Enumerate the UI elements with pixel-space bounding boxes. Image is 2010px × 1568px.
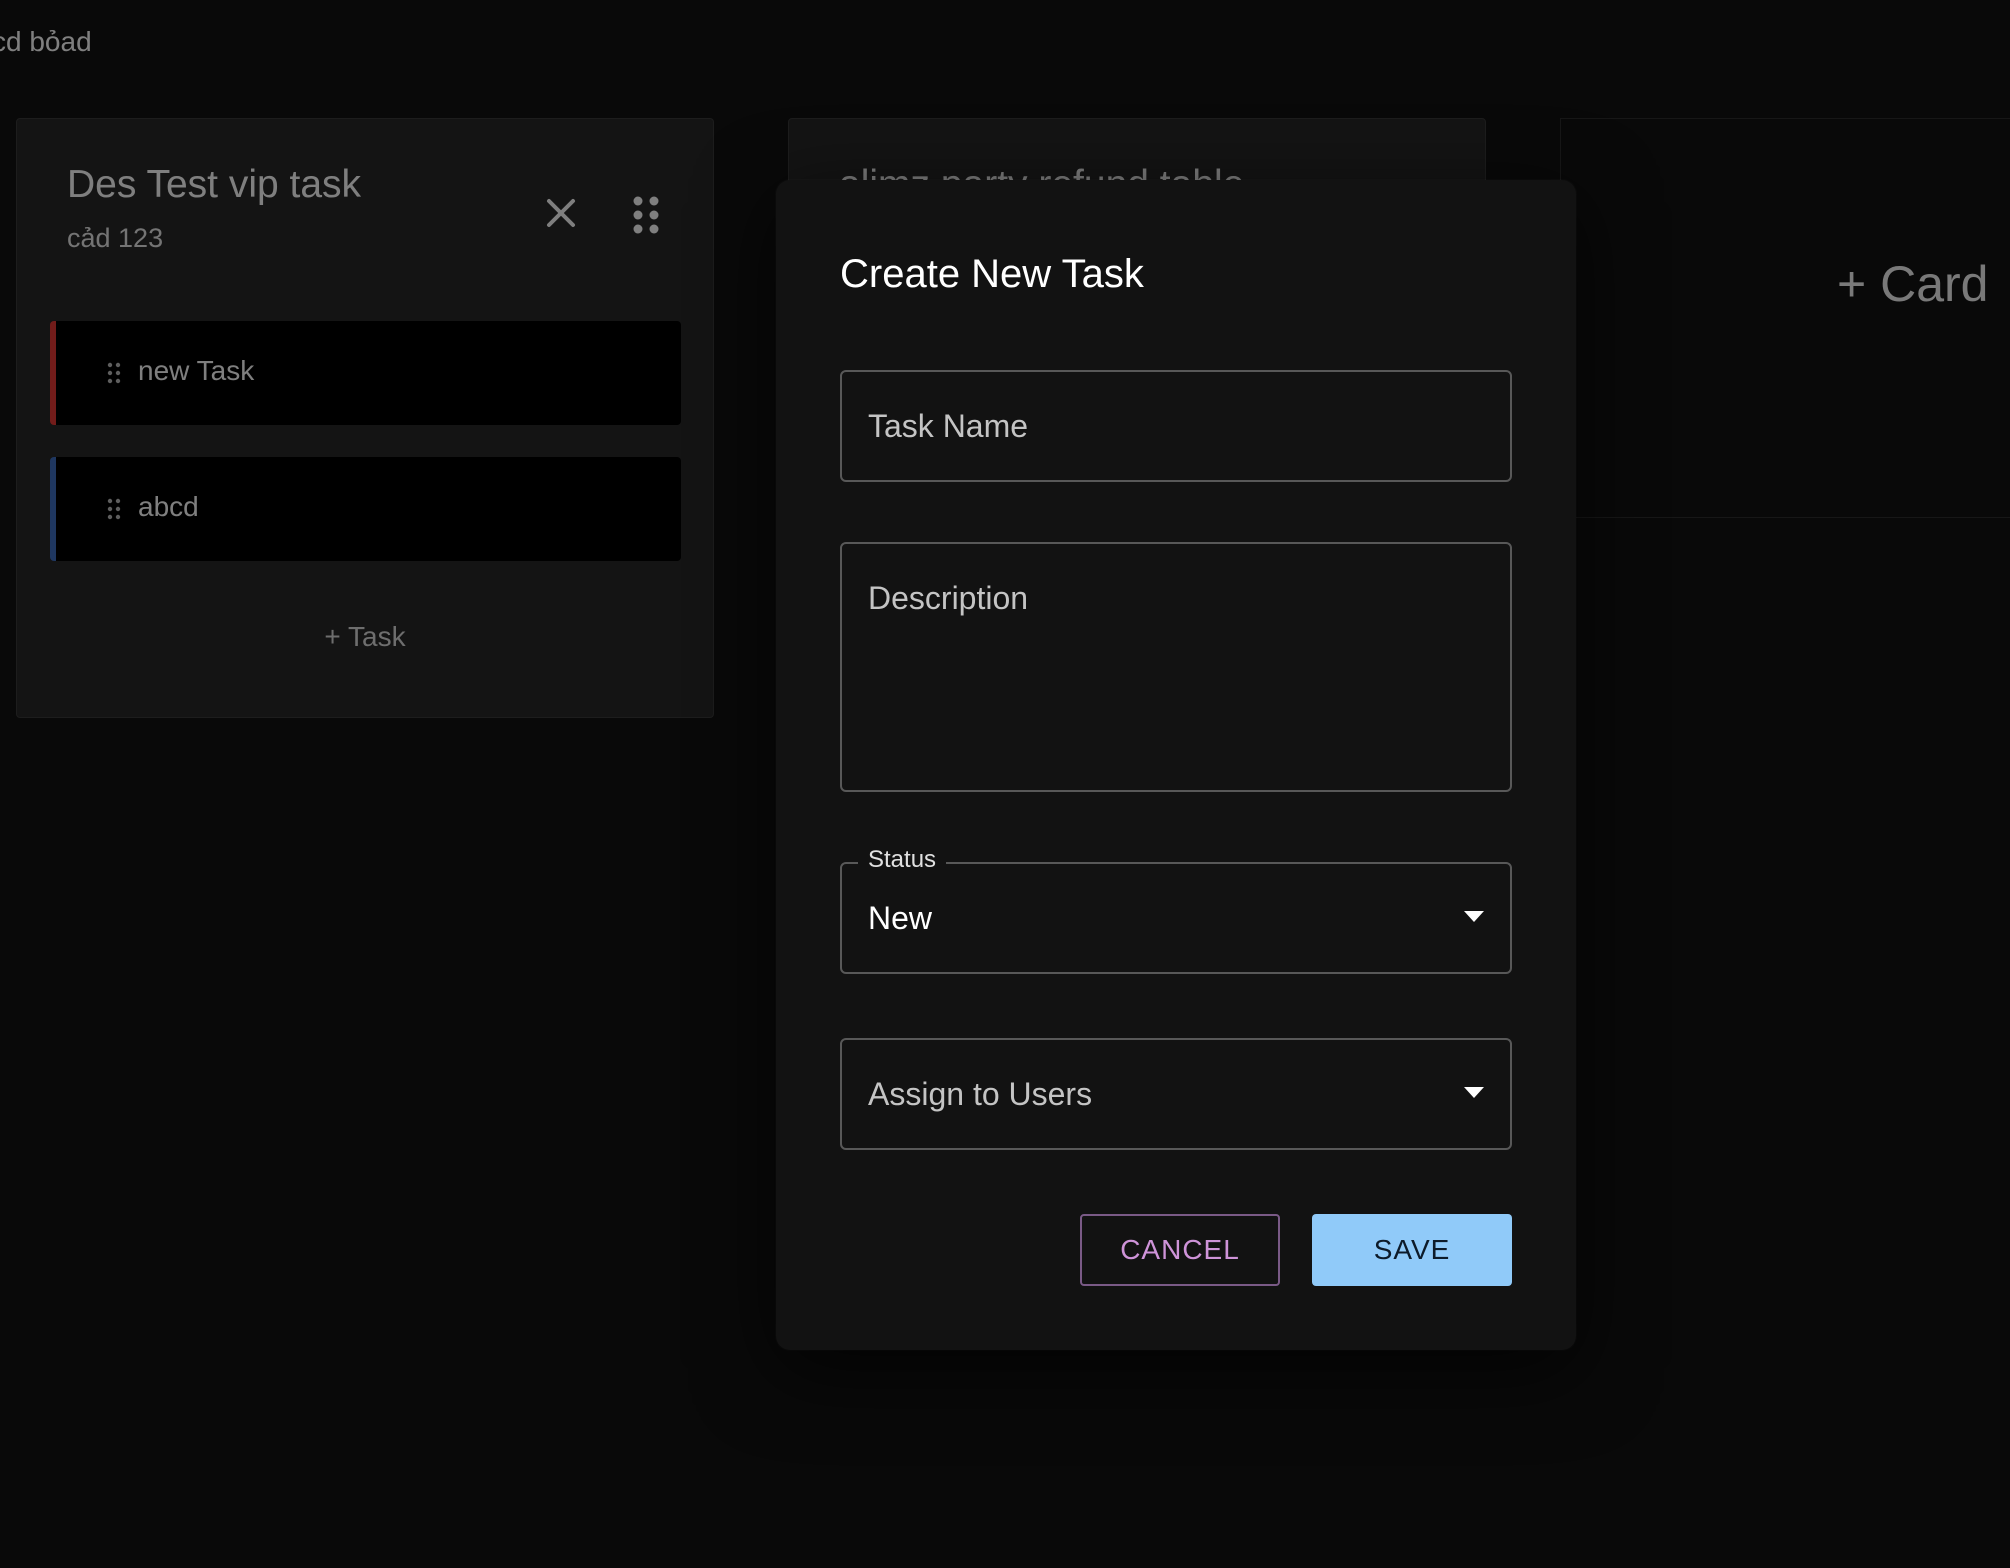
task-name-input[interactable]: [842, 372, 1510, 480]
dialog-title: Create New Task: [840, 252, 1144, 296]
description-input[interactable]: [842, 544, 1510, 790]
arrow-drop-down-icon: [1464, 1086, 1484, 1098]
cancel-button[interactable]: CANCEL: [1080, 1214, 1280, 1286]
assign-users-placeholder: Assign to Users: [868, 1076, 1093, 1112]
status-select[interactable]: Status New: [840, 846, 1512, 974]
task-name-field: [840, 370, 1512, 482]
arrow-drop-down-icon: [1464, 910, 1484, 922]
board-page: cd bỏad Des Test vip task cảd 123: [0, 0, 2010, 1568]
assign-users-select[interactable]: Assign to Users: [840, 1038, 1512, 1150]
description-field: [840, 542, 1512, 792]
save-button[interactable]: SAVE: [1312, 1214, 1512, 1286]
create-task-dialog: Create New Task Status New Assign to Use…: [776, 180, 1576, 1350]
status-value: New: [868, 900, 933, 936]
status-label: Status: [858, 846, 947, 874]
